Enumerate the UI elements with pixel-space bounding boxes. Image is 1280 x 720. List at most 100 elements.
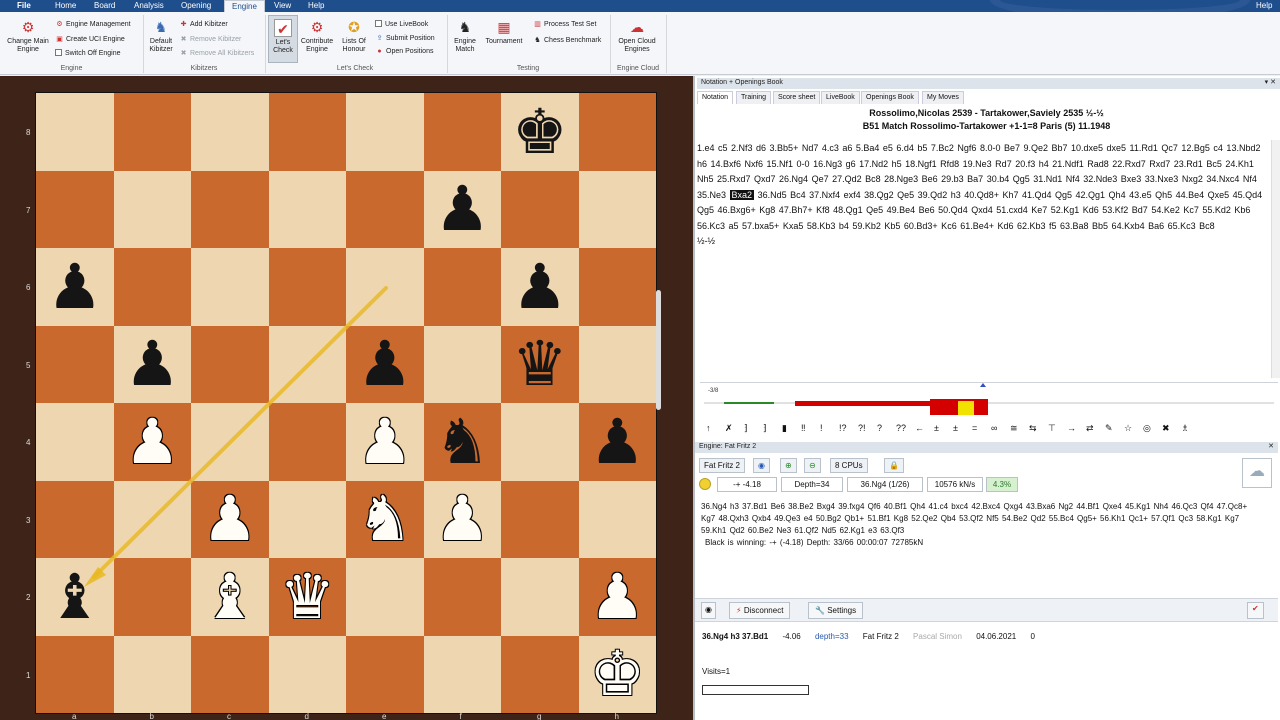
annotation-symbol-button[interactable]: ≅ bbox=[1010, 423, 1018, 434]
tab-my-moves[interactable]: My Moves bbox=[922, 91, 964, 104]
annotation-symbol-button[interactable]: ± bbox=[934, 423, 939, 433]
square-d2[interactable]: ♛ bbox=[268, 558, 346, 636]
square-b7[interactable] bbox=[113, 170, 191, 248]
square-e8[interactable] bbox=[346, 93, 424, 171]
zoom-in-icon[interactable]: ⊕ bbox=[780, 458, 797, 473]
tab-livebook[interactable]: LiveBook bbox=[821, 91, 860, 104]
square-e4[interactable]: ♟ bbox=[346, 403, 424, 481]
black-pawn-icon[interactable]: ♟ bbox=[589, 410, 645, 473]
menu-help[interactable]: Help bbox=[308, 1, 324, 10]
square-c2[interactable]: ♝ bbox=[191, 558, 269, 636]
square-g1[interactable] bbox=[501, 635, 579, 713]
tab-score-sheet[interactable]: Score sheet bbox=[773, 91, 821, 104]
square-b4[interactable]: ♟ bbox=[113, 403, 191, 481]
cloud-icon[interactable]: ☁ bbox=[1242, 458, 1272, 488]
square-c6[interactable] bbox=[191, 248, 269, 326]
square-a1[interactable] bbox=[36, 635, 114, 713]
square-g3[interactable] bbox=[501, 480, 579, 558]
square-d7[interactable] bbox=[268, 170, 346, 248]
square-f2[interactable] bbox=[423, 558, 501, 636]
square-c7[interactable] bbox=[191, 170, 269, 248]
lets-check-button[interactable]: ✔ Let's Check bbox=[268, 15, 298, 63]
white-bishop-icon[interactable]: ♝ bbox=[202, 565, 258, 628]
black-pawn-icon[interactable]: ♟ bbox=[47, 255, 103, 318]
tournament-button[interactable]: ▦ Tournament bbox=[482, 18, 526, 46]
square-a3[interactable] bbox=[36, 480, 114, 558]
annotation-symbol-button[interactable]: ? bbox=[877, 423, 882, 433]
current-move[interactable]: Bxa2 bbox=[729, 189, 755, 200]
contribute-engine-button[interactable]: ⚙ Contribute Engine bbox=[298, 18, 336, 54]
white-pawn-icon[interactable]: ♟ bbox=[589, 565, 645, 628]
lists-of-honour-button[interactable]: ✪ Lists Of Honour bbox=[338, 18, 370, 54]
white-pawn-icon[interactable]: ♟ bbox=[434, 488, 490, 550]
square-c8[interactable] bbox=[191, 93, 269, 171]
annotation-symbol-button[interactable]: ! bbox=[820, 423, 823, 433]
annotation-symbol-button[interactable]: → bbox=[1067, 423, 1076, 433]
annotation-symbol-button[interactable]: ?? bbox=[896, 423, 906, 433]
tab-openings-book[interactable]: Openings Book bbox=[861, 91, 919, 104]
open-cloud-engines-button[interactable]: ☁ Open Cloud Engines bbox=[614, 18, 660, 54]
square-a5[interactable] bbox=[36, 325, 114, 403]
square-d8[interactable] bbox=[268, 93, 346, 171]
evaluation-graph[interactable]: -3/8 bbox=[700, 382, 1278, 418]
annotation-symbol-button[interactable]: ✗ bbox=[725, 423, 733, 434]
square-f6[interactable] bbox=[423, 248, 501, 326]
annotation-symbol-button[interactable]: ♗ bbox=[1181, 423, 1189, 434]
use-livebook-checkbox[interactable]: Use LiveBook bbox=[375, 20, 428, 28]
menu-view[interactable]: View bbox=[274, 1, 291, 10]
square-f7[interactable]: ♟ bbox=[423, 170, 501, 248]
annotation-symbol-button[interactable]: ▮ bbox=[782, 423, 787, 434]
annotation-symbol-button[interactable]: !? bbox=[839, 423, 847, 433]
square-a6[interactable]: ♟ bbox=[36, 248, 114, 326]
square-b5[interactable]: ♟ bbox=[113, 325, 191, 403]
square-e3[interactable]: ♞ bbox=[346, 480, 424, 558]
square-h7[interactable] bbox=[578, 170, 656, 248]
square-c4[interactable] bbox=[191, 403, 269, 481]
square-h1[interactable]: ♚ bbox=[578, 635, 656, 713]
square-h3[interactable] bbox=[578, 480, 656, 558]
engine-match-button[interactable]: ♞ Engine Match bbox=[450, 18, 480, 54]
notation-scrollbar[interactable] bbox=[1271, 140, 1280, 378]
engine-stop-icon[interactable]: ◉ bbox=[753, 458, 770, 473]
square-e2[interactable] bbox=[346, 558, 424, 636]
create-uci-button[interactable]: ▣ Create UCI Engine bbox=[55, 35, 125, 43]
annotation-symbol-button[interactable]: ⇄ bbox=[1086, 423, 1094, 434]
black-pawn-icon[interactable]: ♟ bbox=[124, 333, 180, 395]
menu-home[interactable]: Home bbox=[55, 1, 76, 10]
white-queen-icon[interactable]: ♛ bbox=[279, 565, 335, 628]
remove-all-kibitzers-button[interactable]: ✖ Remove All Kibitzers bbox=[179, 49, 255, 57]
open-positions-button[interactable]: ● Open Positions bbox=[375, 48, 433, 55]
square-a4[interactable] bbox=[36, 403, 114, 481]
menu-board[interactable]: Board bbox=[94, 1, 115, 10]
square-e6[interactable] bbox=[346, 248, 424, 326]
square-g8[interactable]: ♚ bbox=[501, 93, 579, 171]
annotation-symbol-button[interactable]: ?! bbox=[858, 423, 866, 433]
black-pawn-icon[interactable]: ♟ bbox=[512, 255, 568, 318]
white-pawn-icon[interactable]: ♟ bbox=[124, 410, 180, 473]
square-e1[interactable] bbox=[346, 635, 424, 713]
engine-output[interactable]: 36.Ng4 h3 37.Bd1 Be6 38.Be2 Bxg4 39.fxg4… bbox=[701, 501, 1261, 549]
engine-name-button[interactable]: Fat Fritz 2 bbox=[699, 458, 746, 473]
zoom-out-icon[interactable]: ⊖ bbox=[804, 458, 821, 473]
annotation-symbol-button[interactable]: ‼ bbox=[801, 423, 806, 433]
square-d1[interactable] bbox=[268, 635, 346, 713]
black-pawn-icon[interactable]: ♟ bbox=[434, 178, 490, 240]
menu-opening[interactable]: Opening bbox=[181, 1, 211, 10]
white-pawn-icon[interactable]: ♟ bbox=[202, 488, 258, 550]
square-f8[interactable] bbox=[423, 93, 501, 171]
remove-kibitzer-button[interactable]: ✖ Remove Kibitzer bbox=[179, 35, 242, 43]
square-c3[interactable]: ♟ bbox=[191, 480, 269, 558]
white-king-icon[interactable]: ♚ bbox=[589, 643, 645, 705]
process-test-set-button[interactable]: ▥ Process Test Set bbox=[533, 20, 596, 28]
square-d4[interactable] bbox=[268, 403, 346, 481]
annotation-symbol-button[interactable]: ⊤ bbox=[1048, 423, 1056, 434]
annotation-symbol-button[interactable]: ✖ bbox=[1162, 423, 1170, 434]
square-a8[interactable] bbox=[36, 93, 114, 171]
square-e5[interactable]: ♟ bbox=[346, 325, 424, 403]
submit-position-button[interactable]: ⇪ Submit Position bbox=[375, 34, 435, 42]
help-link[interactable]: Help bbox=[1256, 1, 1272, 10]
square-h4[interactable]: ♟ bbox=[578, 403, 656, 481]
white-knight-icon[interactable]: ♞ bbox=[357, 488, 413, 550]
square-h2[interactable]: ♟ bbox=[578, 558, 656, 636]
change-engine-button[interactable]: ⚙ Change Main Engine bbox=[4, 18, 52, 54]
